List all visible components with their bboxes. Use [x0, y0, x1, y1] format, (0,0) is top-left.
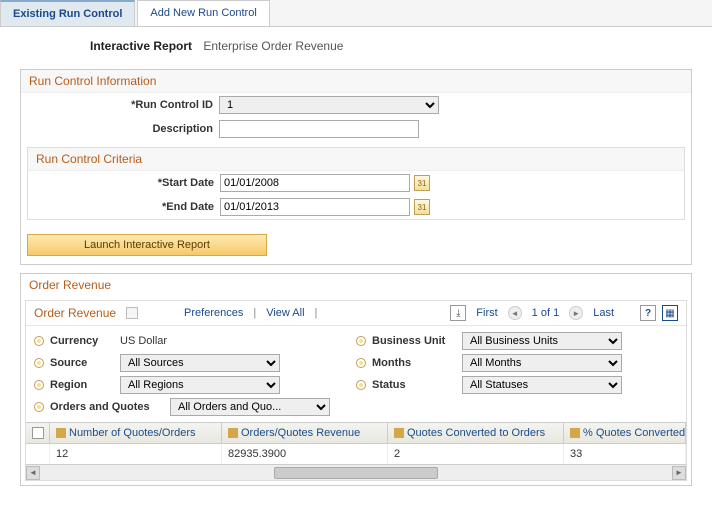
horizontal-scrollbar[interactable]: ◄ ► [26, 464, 686, 480]
radio-icon[interactable] [34, 402, 44, 412]
orders-quotes-label: Orders and Quotes [50, 401, 170, 413]
tab-existing-run-control[interactable]: Existing Run Control [0, 0, 135, 26]
order-revenue-title: Order Revenue [21, 274, 691, 296]
tab-add-new-run-control[interactable]: Add New Run Control [137, 0, 269, 26]
months-label: Months [372, 357, 462, 369]
cell-pct: 33 [564, 444, 686, 464]
col-number-quotes-orders[interactable]: Number of Quotes/Orders [50, 423, 222, 443]
calendar-icon[interactable]: 31 [414, 175, 430, 191]
preferences-link[interactable]: Preferences [184, 307, 243, 319]
cell-number: 12 [50, 444, 222, 464]
business-unit-select[interactable]: All Business Units [462, 332, 622, 350]
col-quotes-converted[interactable]: Quotes Converted to Orders [388, 423, 564, 443]
grid-toolbar-title: Order Revenue [34, 306, 116, 320]
chart-icon[interactable] [126, 307, 138, 319]
scroll-left-icon[interactable]: ◄ [26, 466, 40, 480]
currency-label: Currency [50, 335, 120, 347]
radio-icon[interactable] [34, 336, 44, 346]
scroll-right-icon[interactable]: ► [672, 466, 686, 480]
grid-view-icon[interactable]: ▦ [662, 305, 678, 321]
col-orders-quotes-revenue[interactable]: Orders/Quotes Revenue [222, 423, 388, 443]
select-all-checkbox[interactable] [32, 427, 44, 439]
radio-icon[interactable] [34, 358, 44, 368]
business-unit-label: Business Unit [372, 335, 462, 347]
page-title: Interactive Report Enterprise Order Reve… [0, 27, 712, 61]
page-title-label: Interactive Report [90, 39, 192, 53]
column-headers: Number of Quotes/Orders Orders/Quotes Re… [26, 422, 686, 444]
prev-icon[interactable]: ◄ [508, 306, 522, 320]
region-label: Region [50, 379, 120, 391]
months-select[interactable]: All Months [462, 354, 622, 372]
view-all-link[interactable]: View All [266, 307, 304, 319]
next-icon[interactable]: ► [569, 306, 583, 320]
first-link[interactable]: First [476, 307, 497, 319]
end-date-label: *End Date [36, 201, 220, 213]
tab-bar: Existing Run Control Add New Run Control [0, 0, 712, 27]
download-icon[interactable]: ⤓ [450, 305, 466, 321]
cube-icon [570, 428, 580, 438]
source-select[interactable]: All Sources [120, 354, 280, 372]
source-label: Source [50, 357, 120, 369]
radio-icon[interactable] [356, 336, 366, 346]
end-date-input[interactable] [220, 198, 410, 216]
cube-icon [228, 428, 238, 438]
run-control-info-section: Run Control Information *Run Control ID … [20, 69, 692, 265]
radio-icon[interactable] [356, 380, 366, 390]
region-select[interactable]: All Regions [120, 376, 280, 394]
run-control-id-select[interactable]: 1 [219, 96, 439, 114]
run-control-id-label: *Run Control ID [29, 99, 219, 111]
cell-revenue: 82935.3900 [222, 444, 388, 464]
start-date-input[interactable] [220, 174, 410, 192]
help-icon[interactable]: ? [640, 305, 656, 321]
grid-toolbar: Order Revenue Preferences | View All | ⤓… [26, 301, 686, 326]
start-date-label: *Start Date [36, 177, 220, 189]
last-link[interactable]: Last [593, 307, 614, 319]
status-select[interactable]: All Statuses [462, 376, 622, 394]
orders-quotes-select[interactable]: All Orders and Quo... [170, 398, 330, 416]
table-row[interactable]: 12 82935.3900 2 33 [26, 444, 686, 464]
run-control-criteria-section: Run Control Criteria *Start Date 31 *End… [27, 147, 685, 220]
radio-icon[interactable] [356, 358, 366, 368]
pager-text: 1 of 1 [532, 307, 560, 319]
cell-converted: 2 [388, 444, 564, 464]
description-input[interactable] [219, 120, 419, 138]
currency-value: US Dollar [120, 335, 167, 347]
col-pct-quotes-converted[interactable]: % Quotes Converted to [564, 423, 686, 443]
cube-icon [56, 428, 66, 438]
launch-interactive-report-button[interactable]: Launch Interactive Report [27, 234, 267, 256]
run-control-criteria-title: Run Control Criteria [28, 148, 684, 171]
run-control-info-title: Run Control Information [21, 70, 691, 93]
filter-area: Currency US Dollar Business Unit All Bus… [26, 326, 686, 422]
status-label: Status [372, 379, 462, 391]
page-title-value: Enterprise Order Revenue [203, 39, 343, 53]
radio-icon[interactable] [34, 380, 44, 390]
description-label: Description [29, 123, 219, 135]
order-revenue-section: Order Revenue Order Revenue Preferences … [20, 273, 692, 486]
cube-icon [394, 428, 404, 438]
calendar-icon[interactable]: 31 [414, 199, 430, 215]
